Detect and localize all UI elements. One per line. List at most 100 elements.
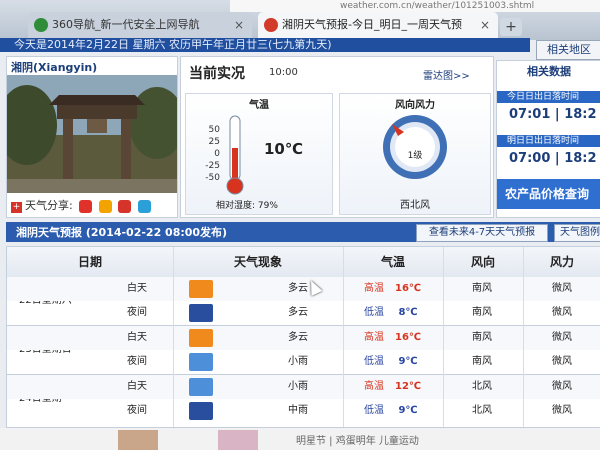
close-tab-icon[interactable]: × bbox=[234, 12, 244, 38]
weather-text: 小雨 bbox=[288, 381, 308, 392]
temp-value: 12℃ bbox=[394, 381, 422, 392]
thumbnail-image[interactable] bbox=[218, 430, 258, 450]
forecast-title: 湘阴天气预报 (2014-02-22 08:00发布) bbox=[16, 226, 228, 239]
temp-label: 高温 bbox=[364, 283, 384, 294]
current-conditions-panel: 当前实况 10:00 雷达图>> 气温 50 25 0 -25 -50 10℃ … bbox=[180, 56, 494, 218]
cloudy-day-icon bbox=[189, 280, 213, 298]
temperature-box: 气温 50 25 0 -25 -50 10℃ 相对湿度: 79% bbox=[185, 93, 333, 215]
tomorrow-sun-times: 07:00 | 18:2 bbox=[509, 151, 597, 166]
table-row: 夜间 中雨 低温 9℃ 北风 微风 bbox=[7, 399, 600, 423]
wind-dir: 北风 bbox=[472, 381, 492, 392]
header-wind-direction: 风向 bbox=[443, 247, 523, 278]
tomorrow-sun-label: 明日日出日落时间 bbox=[497, 135, 600, 147]
wind-dir: 南风 bbox=[472, 283, 492, 294]
moderate-rain-icon bbox=[189, 402, 213, 420]
thermometer-icon bbox=[226, 115, 244, 195]
new-tab-button[interactable]: + bbox=[500, 18, 522, 36]
forecast-header-bar: 湘阴天气预报 (2014-02-22 08:00发布) 查看未来4-7天天气预报… bbox=[6, 222, 600, 242]
radar-link[interactable]: 雷达图>> bbox=[423, 67, 470, 82]
share-plus-icon[interactable]: + bbox=[11, 202, 22, 213]
browser-tab-360[interactable]: 360导航_新一代安全上网导航 × bbox=[28, 12, 252, 38]
table-row: 白天 多云 高温 16℃ 南风 微风 bbox=[7, 277, 600, 301]
scale-tick: 0 bbox=[214, 149, 220, 159]
column-divider bbox=[173, 247, 174, 427]
scale-tick: 25 bbox=[208, 137, 220, 147]
related-data-sidebar: 相关数据 今日日出日落时间 07:01 | 18:2 明日日出日落时间 07:0… bbox=[496, 60, 600, 218]
period: 白天 bbox=[127, 332, 147, 343]
current-title: 当前实况 bbox=[189, 66, 245, 82]
relative-humidity: 相对湿度: 79% bbox=[216, 201, 278, 211]
wind-box: 风向风力 1级 西北风 bbox=[339, 93, 491, 215]
wind-compass-icon bbox=[383, 115, 447, 179]
weibo-icon[interactable] bbox=[79, 199, 93, 213]
temp-label: 低温 bbox=[364, 307, 384, 318]
browser-tab-weather[interactable]: 湘阴天气预报-今日_明日_一周天气预 × bbox=[258, 12, 498, 38]
renren-icon[interactable] bbox=[118, 199, 132, 213]
wind-force: 微风 bbox=[552, 332, 572, 343]
header-weather: 天气现象 bbox=[173, 247, 343, 278]
wind-label: 风向风力 bbox=[395, 100, 435, 111]
view-4-7-day-button[interactable]: 查看未来4-7天天气预报 bbox=[416, 224, 548, 242]
weather-text: 多云 bbox=[288, 307, 308, 318]
city-name: 湘阴(Xiangyin) bbox=[11, 61, 98, 74]
wind-force: 微风 bbox=[552, 307, 572, 318]
temp-value: 16℃ bbox=[394, 283, 422, 294]
weather-text: 中雨 bbox=[288, 405, 308, 416]
wind-force: 微风 bbox=[552, 356, 572, 367]
current-time: 10:00 bbox=[269, 67, 298, 78]
temp-label: 低温 bbox=[364, 405, 384, 416]
scale-tick: 50 bbox=[208, 125, 220, 135]
wind-level: 1级 bbox=[407, 151, 423, 161]
wind-dir: 南风 bbox=[472, 356, 492, 367]
thermometer-scale: 50 25 0 -25 -50 bbox=[200, 124, 220, 184]
forecast-table: 日期 天气现象 气温 风向 风力 22日星期六 白天 多云 高温 16℃ 南风 … bbox=[6, 246, 600, 428]
temp-value: 16℃ bbox=[394, 332, 422, 343]
cloudy-day-icon bbox=[189, 329, 213, 347]
sidebar-title: 相关数据 bbox=[497, 61, 600, 83]
bottom-strip: 明星节 | 鸡蛋明年 儿童运动 bbox=[0, 428, 600, 450]
city-gate-photo bbox=[7, 75, 177, 193]
period: 夜间 bbox=[127, 405, 147, 416]
column-divider bbox=[343, 247, 344, 427]
column-divider bbox=[443, 247, 444, 427]
weather-legend-button[interactable]: 天气图例 bbox=[554, 224, 600, 242]
close-tab-icon[interactable]: × bbox=[480, 12, 490, 38]
footer-links[interactable]: 明星节 | 鸡蛋明年 儿童运动 bbox=[296, 432, 419, 447]
wind-direction: 西北风 bbox=[400, 200, 430, 211]
table-row: 夜间 多云 低温 8℃ 南风 微风 bbox=[7, 301, 600, 325]
cloudy-night-icon bbox=[189, 304, 213, 322]
share-label: 天气分享: bbox=[25, 199, 73, 212]
temperature-label: 气温 bbox=[249, 100, 269, 111]
table-row: 白天 小雨 高温 12℃ 北风 微风 bbox=[7, 375, 600, 399]
temp-label: 高温 bbox=[364, 332, 384, 343]
wind-dir: 南风 bbox=[472, 332, 492, 343]
360-logo-icon bbox=[34, 18, 48, 32]
qzone-icon[interactable] bbox=[98, 199, 112, 213]
agri-price-link[interactable]: 农产品价格查询 bbox=[497, 179, 600, 209]
city-panel: 湘阴(Xiangyin) + 天气分享: bbox=[6, 56, 178, 218]
temp-label: 低温 bbox=[364, 356, 384, 367]
period: 夜间 bbox=[127, 356, 147, 367]
tomorrow-sunrise: 07:00 bbox=[509, 151, 551, 166]
thumbnail-image[interactable] bbox=[118, 430, 158, 450]
header-wind-force: 风力 bbox=[523, 247, 600, 278]
wind-force: 微风 bbox=[552, 405, 572, 416]
wind-dir: 北风 bbox=[472, 405, 492, 416]
screen: weather.com.cn/weather/101251003.shtml 3… bbox=[0, 0, 600, 450]
weather-share: + 天气分享: bbox=[11, 197, 151, 213]
temp-value: 8℃ bbox=[398, 307, 418, 318]
today-sun-times: 07:01 | 18:2 bbox=[509, 107, 597, 122]
light-rain-icon bbox=[189, 353, 213, 371]
table-row: 夜间 小雨 低温 9℃ 南风 微风 bbox=[7, 350, 600, 374]
temp-value: 9℃ bbox=[398, 356, 418, 367]
current-temperature: 10℃ bbox=[264, 140, 304, 158]
tab-title: 湘阴天气预报-今日_明日_一周天气预 bbox=[282, 18, 462, 31]
tencent-weibo-icon[interactable] bbox=[137, 199, 151, 213]
scale-tick: -50 bbox=[205, 173, 220, 183]
table-row: 白天 多云 高温 16℃ 南风 微风 bbox=[7, 326, 600, 350]
related-regions-button[interactable]: 相关地区 bbox=[536, 40, 600, 60]
url-bar[interactable]: weather.com.cn/weather/101251003.shtml bbox=[230, 0, 600, 12]
today-sun-label: 今日日出日落时间 bbox=[497, 91, 600, 103]
light-rain-icon bbox=[189, 378, 213, 396]
weather-text: 多云 bbox=[288, 332, 308, 343]
